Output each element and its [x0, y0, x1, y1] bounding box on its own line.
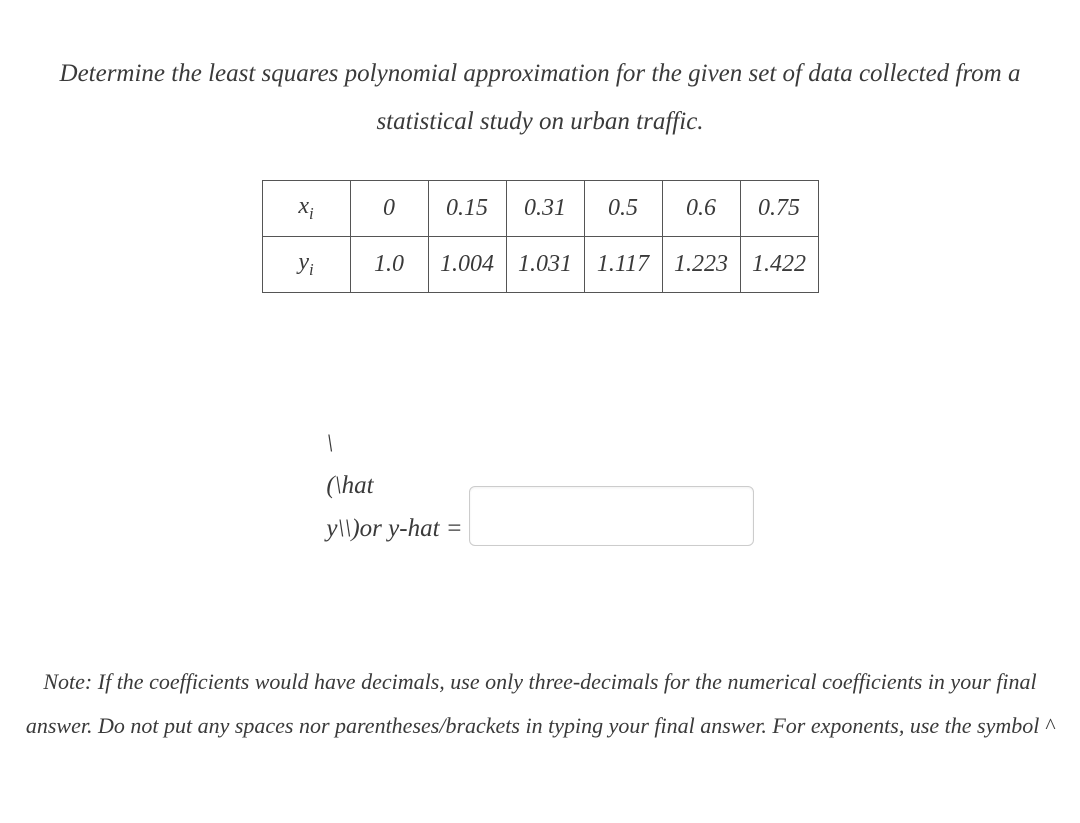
x-value-cell: 0.31	[506, 181, 584, 237]
x-value-cell: 0.15	[428, 181, 506, 237]
y-value-cell: 1.0	[350, 236, 428, 292]
x-value-cell: 0	[350, 181, 428, 237]
x-label-cell: xi	[262, 181, 350, 237]
x-value-cell: 0.5	[584, 181, 662, 237]
y-value-cell: 1.422	[740, 236, 818, 292]
answer-label-line1: \	[326, 423, 462, 466]
y-label-cell: yi	[262, 236, 350, 292]
x-label-sub: i	[309, 204, 314, 223]
table-row: xi 0 0.15 0.31 0.5 0.6 0.75	[262, 181, 818, 237]
x-label-base: x	[298, 193, 309, 219]
x-value-cell: 0.6	[662, 181, 740, 237]
answer-label: \ (\hat y\\)or y-hat =	[326, 423, 462, 551]
answer-label-line2: (\hat	[326, 465, 462, 508]
table-row: yi 1.0 1.004 1.031 1.117 1.223 1.422	[262, 236, 818, 292]
y-value-cell: 1.223	[662, 236, 740, 292]
y-value-cell: 1.031	[506, 236, 584, 292]
y-value-cell: 1.004	[428, 236, 506, 292]
y-label-sub: i	[309, 260, 314, 279]
question-prompt: Determine the least squares polynomial a…	[20, 50, 1060, 145]
y-value-cell: 1.117	[584, 236, 662, 292]
answer-row: \ (\hat y\\)or y-hat =	[20, 423, 1060, 551]
answer-input[interactable]	[469, 486, 754, 546]
data-table: xi 0 0.15 0.31 0.5 0.6 0.75 yi 1.0 1.004…	[262, 180, 819, 293]
note-text: Note: If the coefficients would have dec…	[20, 660, 1060, 748]
answer-label-line3: y\\)or y-hat =	[326, 508, 462, 551]
x-value-cell: 0.75	[740, 181, 818, 237]
y-label-base: y	[298, 249, 309, 275]
